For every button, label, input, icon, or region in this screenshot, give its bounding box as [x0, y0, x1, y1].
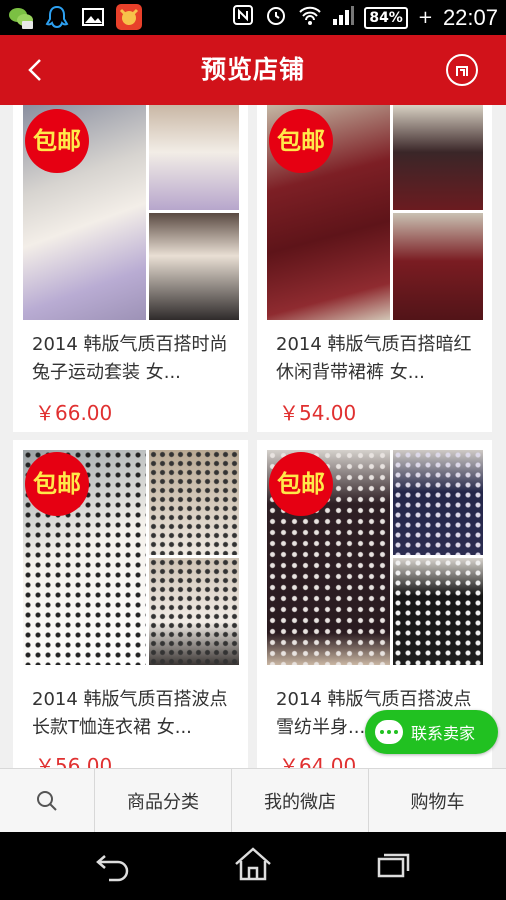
nav-recents-button[interactable]: [375, 850, 411, 884]
shop-icon: [456, 66, 468, 76]
product-grid: 包邮 2014 韩版气质百搭时尚兔子运动套装 女... ￥66.00 包邮 20…: [0, 105, 506, 768]
recent-apps-icon: [377, 853, 410, 878]
product-name[interactable]: 2014 韩版气质百搭波点长款T恤连衣裙 女...: [32, 686, 232, 742]
qq-notification-icon: [44, 4, 70, 30]
home-icon: [235, 847, 271, 881]
shop-home-button[interactable]: [446, 54, 478, 86]
tab-cart[interactable]: 购物车: [369, 769, 506, 833]
status-bar: 84% + 22:07: [0, 0, 506, 35]
product-price: ￥54.00: [279, 401, 357, 425]
charging-icon: +: [417, 7, 433, 28]
signal-icon: [332, 5, 355, 30]
nfc-icon: [232, 4, 254, 31]
free-shipping-badge: 包邮: [269, 452, 333, 516]
wechat-notification-icon: [8, 4, 34, 30]
product-image[interactable]: 包邮: [267, 105, 483, 320]
chat-bubble-icon: [375, 720, 403, 744]
status-time: 22:07: [442, 4, 498, 30]
product-name[interactable]: 2014 韩版气质百搭暗红休闲背带裙裤 女...: [276, 331, 476, 387]
tab-search[interactable]: [0, 769, 95, 833]
product-price: ￥64.00: [279, 754, 357, 768]
bottom-tab-bar: 商品分类 我的微店 购物车: [0, 768, 506, 833]
product-price: ￥66.00: [35, 401, 113, 425]
gallery-notification-icon: [80, 4, 106, 30]
battery-indicator: 84%: [364, 6, 408, 29]
alarm-icon: [264, 3, 288, 32]
page-title: 预览店铺: [200, 55, 305, 84]
product-image[interactable]: 包邮: [23, 450, 239, 665]
search-icon: [37, 791, 57, 811]
product-image[interactable]: 包邮: [267, 450, 483, 665]
free-shipping-badge: 包邮: [25, 109, 89, 173]
product-card[interactable]: 包邮 2014 韩版气质百搭波点长款T恤连衣裙 女... ￥56.00: [13, 440, 248, 768]
tab-categories[interactable]: 商品分类: [95, 769, 232, 833]
product-price: ￥56.00: [35, 754, 113, 768]
nav-home-button[interactable]: [232, 846, 274, 886]
product-name[interactable]: 2014 韩版气质百搭时尚兔子运动套装 女...: [32, 331, 232, 387]
app-header: 预览店铺: [0, 35, 506, 105]
contact-seller-button[interactable]: 联系卖家: [365, 710, 498, 754]
back-arrow-icon: [96, 855, 129, 882]
nav-back-button[interactable]: [93, 850, 133, 886]
system-nav-bar: [0, 832, 506, 900]
wifi-icon: [298, 4, 322, 31]
free-shipping-badge: 包邮: [25, 452, 89, 516]
app-notification-icon: [116, 4, 142, 30]
free-shipping-badge: 包邮: [269, 109, 333, 173]
product-card[interactable]: 包邮 2014 韩版气质百搭暗红休闲背带裙裤 女... ￥54.00: [257, 105, 492, 432]
tab-my-shop[interactable]: 我的微店: [232, 769, 369, 833]
product-image[interactable]: 包邮: [23, 105, 239, 320]
product-card[interactable]: 包邮 2014 韩版气质百搭时尚兔子运动套装 女... ￥66.00: [13, 105, 248, 432]
contact-seller-label: 联系卖家: [411, 724, 476, 743]
